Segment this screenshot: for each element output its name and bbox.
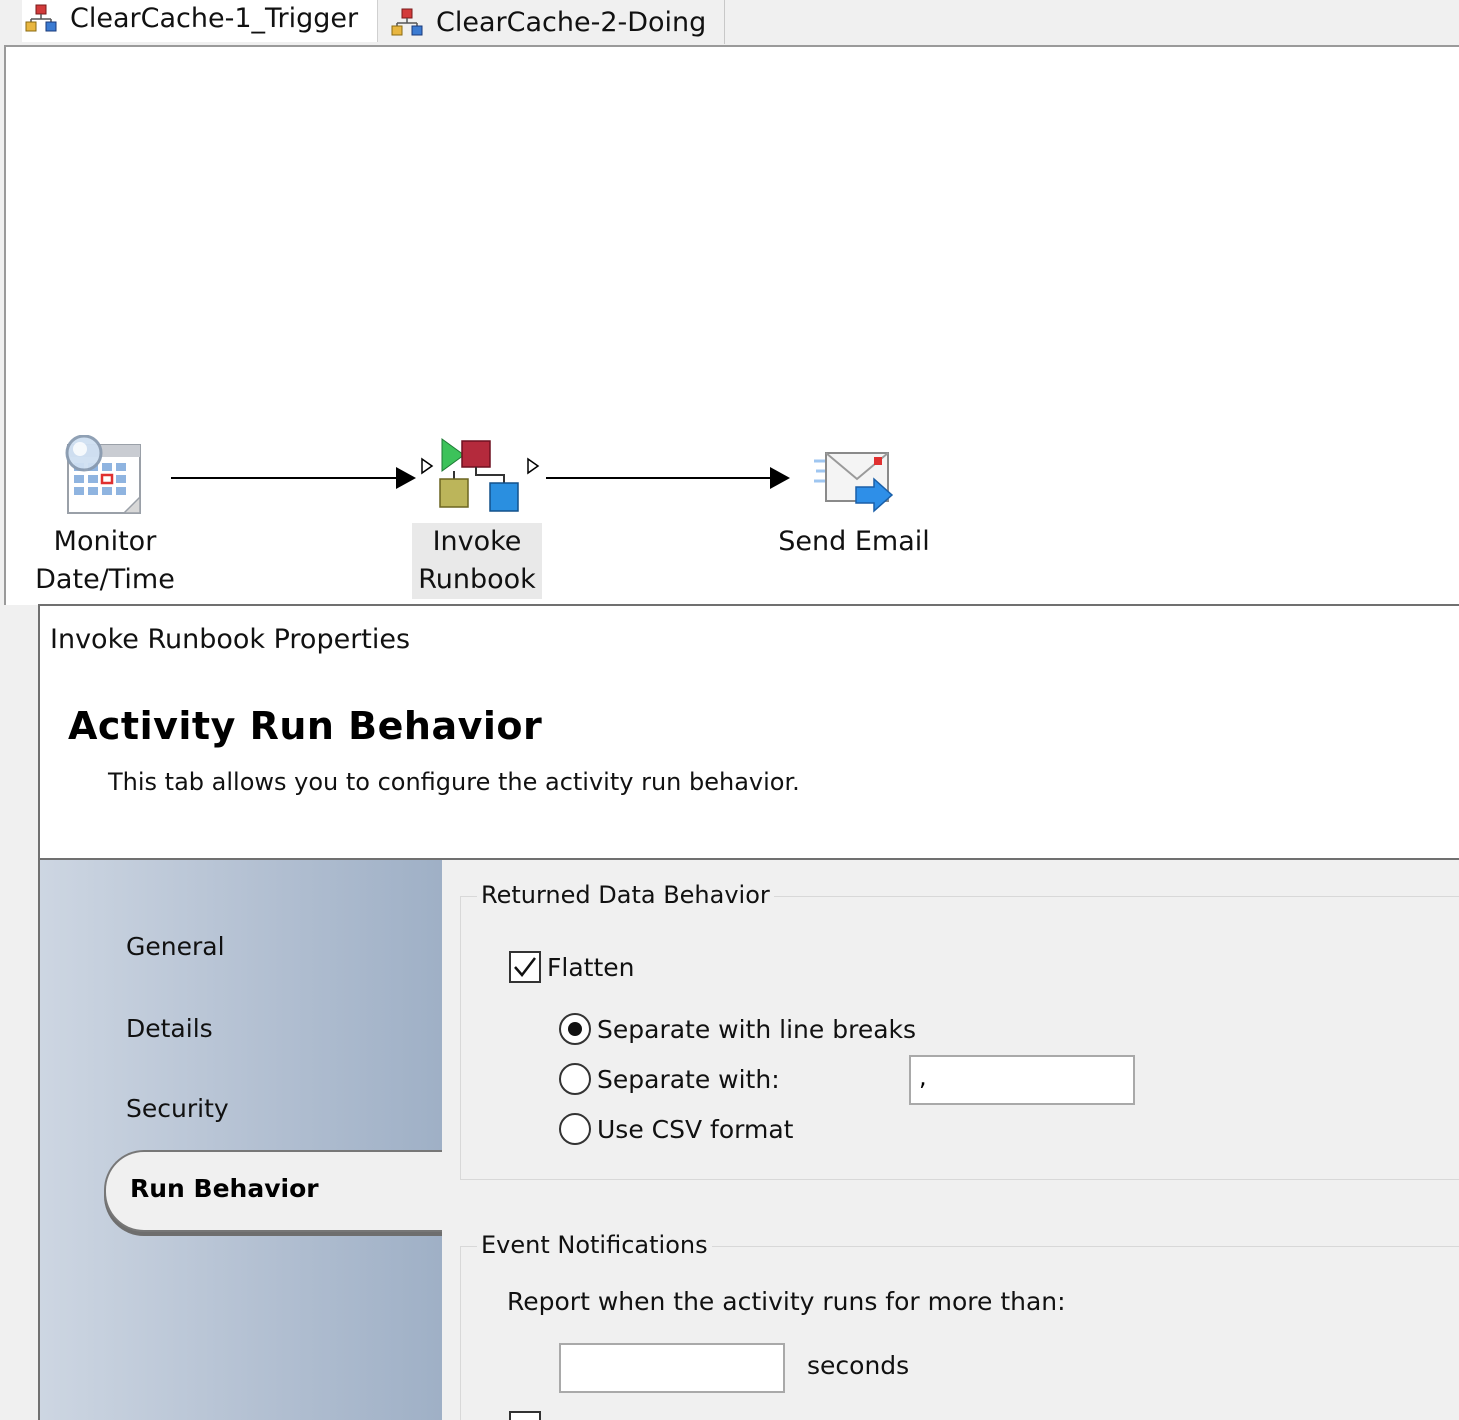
send-email-icon — [814, 452, 894, 513]
radio-label: Use CSV format — [597, 1114, 794, 1144]
seconds-unit-label: seconds — [807, 1351, 910, 1380]
node-label-line1: Send Email — [778, 526, 930, 557]
node-label-line2: Date/Time — [35, 564, 175, 595]
workflow-link[interactable] — [546, 477, 772, 479]
group-legend: Returned Data Behavior — [477, 881, 774, 909]
nav-item-details[interactable]: Details — [126, 1014, 213, 1043]
separator-input[interactable]: , — [909, 1055, 1135, 1105]
run-behavior-content: Returned Data Behavior Flatten Separate … — [442, 860, 1459, 1420]
tab-label: ClearCache-2-Doing — [436, 6, 707, 38]
invoke-runbook-icon — [421, 438, 540, 512]
radio-button[interactable] — [559, 1063, 591, 1095]
radio-use-csv-format[interactable]: Use CSV format — [559, 1113, 793, 1145]
link-arrowhead — [396, 467, 416, 489]
nav-item-security[interactable]: Security — [126, 1094, 229, 1123]
checkmark-icon — [514, 957, 536, 977]
radio-separate-line-breaks[interactable]: Separate with line breaks — [559, 1013, 916, 1045]
runbook-tabstrip: ClearCache-1_Trigger ClearCache-2-Doing — [0, 0, 1459, 46]
node-label-line2: Runbook — [418, 564, 536, 595]
tab-label: ClearCache-1_Trigger — [70, 2, 359, 34]
runbook-icon — [391, 8, 423, 36]
workflow-link[interactable] — [171, 477, 399, 479]
node-label-line1: Monitor — [53, 526, 157, 557]
nav-item-label: Run Behavior — [130, 1174, 319, 1203]
radio-label: Separate with: — [597, 1064, 780, 1094]
properties-body: General Details Security Run Behavior Re… — [40, 858, 1459, 1420]
runbook-icon — [25, 4, 57, 32]
calendar-clock-icon — [65, 435, 141, 514]
notify-failure-checkbox[interactable] — [509, 1411, 541, 1420]
section-title: Activity Run Behavior — [68, 704, 543, 748]
radio-button[interactable] — [559, 1013, 591, 1045]
seconds-input[interactable] — [559, 1343, 785, 1393]
nav-item-run-behavior[interactable]: Run Behavior — [104, 1150, 444, 1232]
nav-item-general[interactable]: General — [126, 932, 225, 961]
runbook-designer-canvas[interactable]: Monitor Date/Time Invoke Runbook Send Em… — [4, 45, 1459, 605]
flatten-label: Flatten — [547, 952, 635, 982]
returned-data-behavior-group: Returned Data Behavior Flatten Separate … — [460, 881, 1459, 1180]
tab-clearcache-2-doing[interactable]: ClearCache-2-Doing — [380, 0, 725, 44]
node-label-line1: Invoke — [432, 526, 522, 557]
properties-nav: General Details Security Run Behavior — [40, 860, 444, 1420]
tab-clearcache-1-trigger[interactable]: ClearCache-1_Trigger — [22, 0, 378, 42]
properties-title: Invoke Runbook Properties — [50, 624, 411, 655]
link-arrowhead — [770, 467, 790, 489]
flatten-checkbox[interactable] — [509, 951, 541, 983]
radio-label: Separate with line breaks — [597, 1014, 917, 1044]
group-legend: Event Notifications — [477, 1231, 712, 1259]
radio-separate-with[interactable]: Separate with: — [559, 1063, 780, 1095]
section-description: This tab allows you to configure the act… — [108, 768, 800, 796]
report-runtime-label: Report when the activity runs for more t… — [507, 1287, 1066, 1316]
flatten-checkbox-row[interactable]: Flatten — [509, 951, 634, 983]
event-notifications-group: Event Notifications Report when the acti… — [460, 1231, 1459, 1420]
radio-button[interactable] — [559, 1113, 591, 1145]
properties-panel: Invoke Runbook Properties Activity Run B… — [38, 604, 1459, 1420]
